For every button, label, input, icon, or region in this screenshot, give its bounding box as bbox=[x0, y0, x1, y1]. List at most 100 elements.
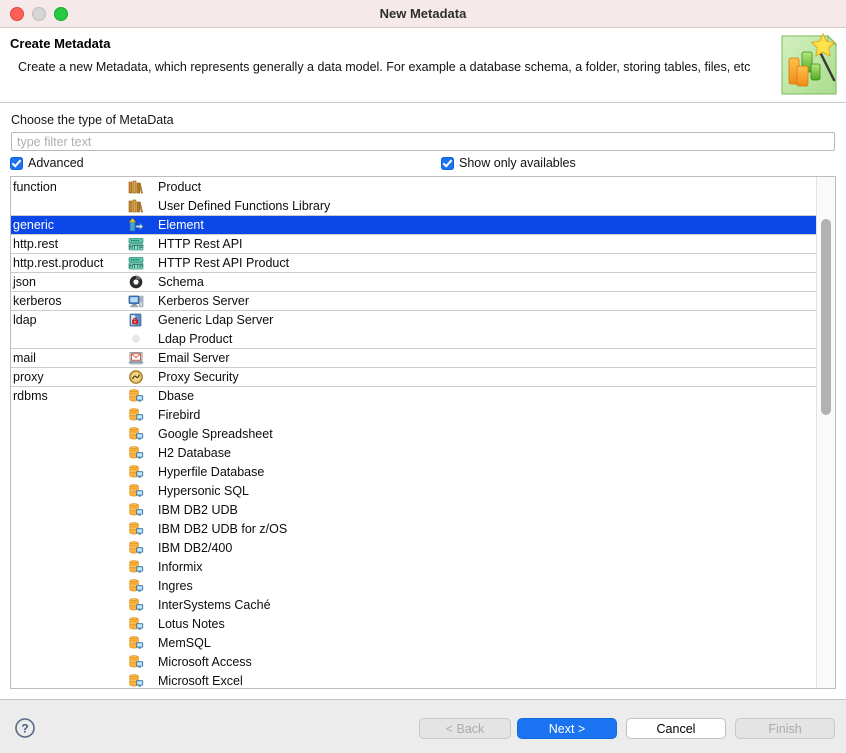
row-label: Email Server bbox=[156, 351, 817, 365]
table-row[interactable]: Firebird bbox=[11, 405, 817, 424]
show-only-availables-label: Show only availables bbox=[459, 156, 576, 170]
database-icon bbox=[116, 407, 156, 423]
row-label: Schema bbox=[156, 275, 817, 289]
table-row[interactable]: Ldap Product bbox=[11, 329, 817, 348]
row-label: Informix bbox=[156, 560, 817, 574]
table-row[interactable]: mail Email Server bbox=[11, 348, 817, 367]
svg-text:HTTP: HTTP bbox=[129, 245, 143, 251]
show-only-availables-checkbox[interactable] bbox=[441, 157, 454, 170]
books-icon bbox=[116, 198, 156, 214]
ldap-icon bbox=[116, 312, 156, 328]
table-row[interactable]: Google Spreadsheet bbox=[11, 424, 817, 443]
row-label: IBM DB2 UDB bbox=[156, 503, 817, 517]
show-only-availables-checkbox-row[interactable]: Show only availables bbox=[441, 156, 576, 170]
json-icon bbox=[116, 274, 156, 290]
row-label: Element bbox=[156, 218, 817, 232]
back-button[interactable]: < Back bbox=[419, 718, 511, 739]
table-row[interactable]: http.rest HTTP HTTP Rest API bbox=[11, 234, 817, 253]
table-row[interactable]: proxyProxy Security bbox=[11, 367, 817, 386]
table-row[interactable]: Hypersonic SQL bbox=[11, 481, 817, 500]
database-icon bbox=[116, 578, 156, 594]
database-icon bbox=[116, 540, 156, 556]
close-button[interactable] bbox=[10, 7, 24, 21]
title-bar: New Metadata bbox=[0, 0, 846, 28]
table-row[interactable]: Lotus Notes bbox=[11, 614, 817, 633]
cancel-button[interactable]: Cancel bbox=[626, 718, 726, 739]
proxy-icon bbox=[116, 369, 156, 385]
database-icon bbox=[116, 597, 156, 613]
table-row[interactable]: IBM DB2 UDB bbox=[11, 500, 817, 519]
chooser-label: Choose the type of MetaData bbox=[11, 113, 174, 127]
row-label: Product bbox=[156, 180, 817, 194]
filter-input[interactable] bbox=[11, 132, 835, 151]
mail-icon bbox=[116, 350, 156, 366]
faded-icon bbox=[116, 331, 156, 347]
table-row[interactable]: ldapGeneric Ldap Server bbox=[11, 310, 817, 329]
row-label: Firebird bbox=[156, 408, 817, 422]
table-row[interactable]: InterSystems Caché bbox=[11, 595, 817, 614]
row-label: Kerberos Server bbox=[156, 294, 817, 308]
database-icon bbox=[116, 673, 156, 689]
table-row[interactable]: H2 Database bbox=[11, 443, 817, 462]
table-row[interactable]: genericElement bbox=[11, 215, 817, 234]
database-icon bbox=[116, 388, 156, 404]
window-controls bbox=[0, 7, 68, 21]
minimize-button[interactable] bbox=[32, 7, 46, 21]
table-row[interactable]: IBM DB2/400 bbox=[11, 538, 817, 557]
element-icon bbox=[116, 217, 156, 233]
metadata-wizard-icon bbox=[776, 30, 840, 100]
http-icon: HTTP bbox=[116, 236, 156, 252]
page-description: Create a new Metadata, which represents … bbox=[18, 60, 750, 74]
table-row[interactable]: Informix bbox=[11, 557, 817, 576]
database-icon bbox=[116, 502, 156, 518]
scrollbar-thumb[interactable] bbox=[821, 219, 831, 415]
row-label: Proxy Security bbox=[156, 370, 817, 384]
table-row[interactable]: MemSQL bbox=[11, 633, 817, 652]
table-body: functionProductUser Defined Functions Li… bbox=[11, 177, 817, 688]
table-row[interactable]: rdbms Dbase bbox=[11, 386, 817, 405]
server-icon bbox=[116, 293, 156, 309]
vertical-scrollbar[interactable] bbox=[816, 177, 835, 688]
metadata-type-table[interactable]: functionProductUser Defined Functions Li… bbox=[10, 176, 836, 689]
table-row[interactable]: Ingres bbox=[11, 576, 817, 595]
page-title: Create Metadata bbox=[10, 36, 110, 51]
table-row[interactable]: Hyperfile Database bbox=[11, 462, 817, 481]
wizard-header: Create Metadata Create a new Metadata, w… bbox=[0, 28, 846, 103]
database-icon bbox=[116, 445, 156, 461]
table-row[interactable]: http.rest.product HTTP HTTP Rest API Produ… bbox=[11, 253, 817, 272]
row-key: http.rest.product bbox=[11, 256, 116, 270]
table-row[interactable]: kerberosKerberos Server bbox=[11, 291, 817, 310]
table-row[interactable]: Microsoft Access bbox=[11, 652, 817, 671]
row-label: Lotus Notes bbox=[156, 617, 817, 631]
table-row[interactable]: Microsoft Excel bbox=[11, 671, 817, 689]
row-label: Generic Ldap Server bbox=[156, 313, 817, 327]
row-label: Dbase bbox=[156, 389, 817, 403]
http-icon: HTTP bbox=[116, 255, 156, 271]
row-label: HTTP Rest API bbox=[156, 237, 817, 251]
row-key: http.rest bbox=[11, 237, 116, 251]
row-label: Hypersonic SQL bbox=[156, 484, 817, 498]
row-label: HTTP Rest API Product bbox=[156, 256, 817, 270]
row-key: json bbox=[11, 275, 116, 289]
database-icon bbox=[116, 483, 156, 499]
advanced-checkbox[interactable] bbox=[10, 157, 23, 170]
advanced-checkbox-row[interactable]: Advanced bbox=[10, 156, 84, 170]
row-key: rdbms bbox=[11, 389, 116, 403]
finish-button[interactable]: Finish bbox=[735, 718, 835, 739]
row-label: Ingres bbox=[156, 579, 817, 593]
row-key: mail bbox=[11, 351, 116, 365]
window-title: New Metadata bbox=[0, 6, 846, 21]
table-row[interactable]: functionProduct bbox=[11, 177, 817, 196]
help-icon[interactable]: ? bbox=[14, 717, 36, 739]
table-row[interactable]: json Schema bbox=[11, 272, 817, 291]
database-icon bbox=[116, 426, 156, 442]
next-button[interactable]: Next > bbox=[517, 718, 617, 739]
advanced-label: Advanced bbox=[28, 156, 84, 170]
database-icon bbox=[116, 464, 156, 480]
database-icon bbox=[116, 654, 156, 670]
row-label: H2 Database bbox=[156, 446, 817, 460]
table-row[interactable]: User Defined Functions Library bbox=[11, 196, 817, 215]
table-row[interactable]: IBM DB2 UDB for z/OS bbox=[11, 519, 817, 538]
svg-text:HTTP: HTTP bbox=[129, 264, 143, 270]
zoom-button[interactable] bbox=[54, 7, 68, 21]
